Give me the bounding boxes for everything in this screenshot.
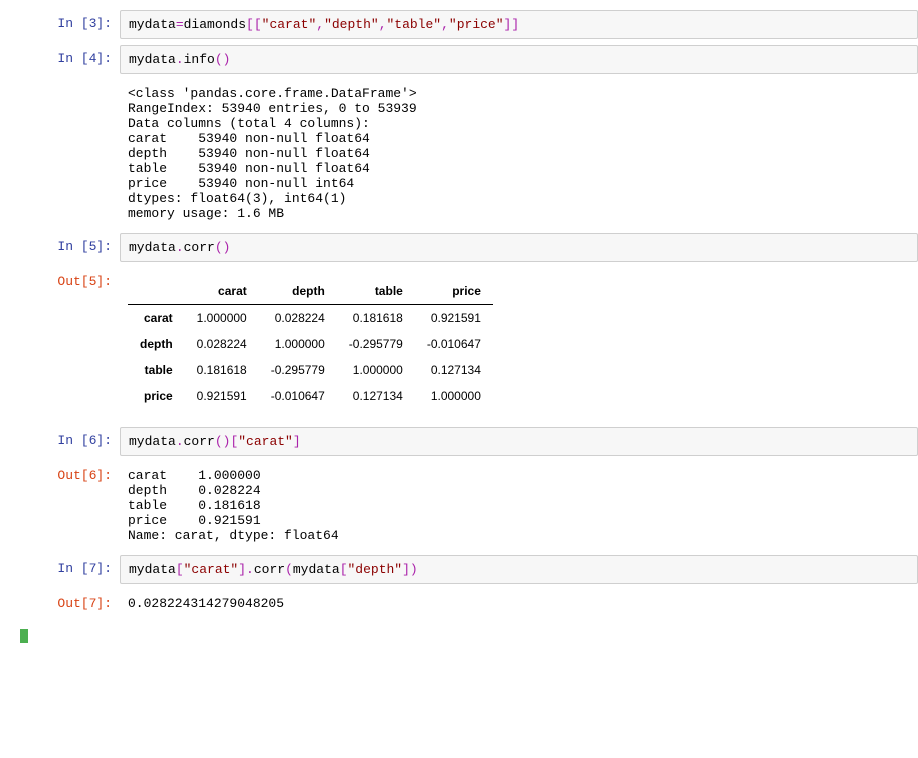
token: mydata (129, 240, 176, 255)
cell-value: 0.127134 (415, 357, 493, 383)
token: diamonds (184, 17, 246, 32)
table-row: table0.181618-0.2957791.0000000.127134 (128, 357, 493, 383)
token: corr (254, 562, 285, 577)
token: , (379, 17, 387, 32)
token: . (176, 434, 184, 449)
cell-value: 1.000000 (185, 305, 259, 332)
cell-value: 0.181618 (337, 305, 415, 332)
token: [ (176, 562, 184, 577)
row-header: carat (128, 305, 185, 332)
table-row: carat1.0000000.0282240.1816180.921591 (128, 305, 493, 332)
cell-in-5: In [5]: mydata.corr() (20, 233, 918, 262)
prompt-out-5: Out[5]: (20, 268, 120, 421)
output-4: <class 'pandas.core.frame.DataFrame'> Ra… (120, 80, 918, 227)
token: () (215, 52, 231, 67)
active-cell-indicator (20, 629, 28, 643)
prompt-empty (20, 80, 120, 227)
token: corr (184, 434, 215, 449)
token: mydata (129, 434, 176, 449)
table-row: depth0.0282241.000000-0.295779-0.010647 (128, 331, 493, 357)
cell-value: -0.010647 (415, 331, 493, 357)
table-row: price0.921591-0.0106470.1271341.000000 (128, 383, 493, 409)
token: , (316, 17, 324, 32)
token: "table" (387, 17, 442, 32)
prompt-out-7: Out[7]: (20, 590, 120, 617)
cell-value: 0.028224 (185, 331, 259, 357)
code-input-6[interactable]: mydata.corr()["carat"] (120, 427, 918, 456)
cell-value: 0.921591 (185, 383, 259, 409)
token: ]] (504, 17, 520, 32)
cell-value: 1.000000 (337, 357, 415, 383)
cell-value: 0.181618 (185, 357, 259, 383)
cell-value: 0.127134 (337, 383, 415, 409)
token: "carat" (184, 562, 239, 577)
token: , (441, 17, 449, 32)
cell-out-7: Out[7]: 0.028224314279048205 (20, 590, 918, 617)
cell-out-4: <class 'pandas.core.frame.DataFrame'> Ra… (20, 80, 918, 227)
cell-out-5: Out[5]: caratdepthtablepricecarat1.00000… (20, 268, 918, 421)
token: ]. (238, 562, 254, 577)
cell-value: -0.295779 (337, 331, 415, 357)
output-7: 0.028224314279048205 (120, 590, 918, 617)
cell-value: 0.028224 (259, 305, 337, 332)
row-header: table (128, 357, 185, 383)
code-input-7[interactable]: mydata["carat"].corr(mydata["depth"]) (120, 555, 918, 584)
token: mydata (129, 17, 176, 32)
token: "depth" (324, 17, 379, 32)
output-5: caratdepthtablepricecarat1.0000000.02822… (120, 268, 918, 421)
cell-out-6: Out[6]: carat 1.000000 depth 0.028224 ta… (20, 462, 918, 549)
cell-in-3: In [3]: mydata=diamonds[["carat","depth"… (20, 10, 918, 39)
prompt-in-6: In [6]: (20, 427, 120, 456)
token: ()[ (215, 434, 238, 449)
cell-value: 1.000000 (415, 383, 493, 409)
token: mydata (129, 562, 176, 577)
prompt-in-7: In [7]: (20, 555, 120, 584)
col-header: depth (259, 278, 337, 305)
cell-in-7: In [7]: mydata["carat"].corr(mydata["dep… (20, 555, 918, 584)
token: . (176, 52, 184, 67)
code-input-5[interactable]: mydata.corr() (120, 233, 918, 262)
cell-value: 1.000000 (259, 331, 337, 357)
cell-in-6: In [6]: mydata.corr()["carat"] (20, 427, 918, 456)
token: ] (293, 434, 301, 449)
output-6: carat 1.000000 depth 0.028224 table 0.18… (120, 462, 918, 549)
token: = (176, 17, 184, 32)
token: () (215, 240, 231, 255)
cell-value: -0.010647 (259, 383, 337, 409)
token: mydata (293, 562, 340, 577)
col-header: table (337, 278, 415, 305)
col-header: carat (185, 278, 259, 305)
token: mydata (129, 52, 176, 67)
col-header: price (415, 278, 493, 305)
token: ( (285, 562, 293, 577)
token: "depth" (348, 562, 403, 577)
token: ]) (402, 562, 418, 577)
prompt-in-3: In [3]: (20, 10, 120, 39)
row-header: depth (128, 331, 185, 357)
token: info (184, 52, 215, 67)
prompt-out-6: Out[6]: (20, 462, 120, 549)
code-input-3[interactable]: mydata=diamonds[["carat","depth","table"… (120, 10, 918, 39)
token: . (176, 240, 184, 255)
prompt-in-5: In [5]: (20, 233, 120, 262)
token: "price" (449, 17, 504, 32)
token: "carat" (238, 434, 293, 449)
token: "carat" (262, 17, 317, 32)
cell-value: 0.921591 (415, 305, 493, 332)
code-input-4[interactable]: mydata.info() (120, 45, 918, 74)
corr-table: caratdepthtablepricecarat1.0000000.02822… (128, 278, 493, 409)
token: [[ (246, 17, 262, 32)
row-header: price (128, 383, 185, 409)
cell-in-4: In [4]: mydata.info() (20, 45, 918, 74)
prompt-in-4: In [4]: (20, 45, 120, 74)
token: [ (340, 562, 348, 577)
token: corr (184, 240, 215, 255)
cell-value: -0.295779 (259, 357, 337, 383)
